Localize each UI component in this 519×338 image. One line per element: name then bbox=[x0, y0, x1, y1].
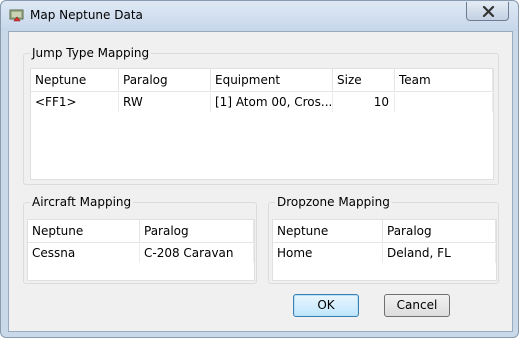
column-header-paralog[interactable]: Paralog bbox=[119, 69, 211, 92]
column-header-size[interactable]: Size bbox=[333, 69, 395, 92]
close-button[interactable] bbox=[466, 2, 509, 21]
ok-button[interactable]: OK bbox=[293, 294, 359, 317]
app-icon bbox=[9, 8, 25, 24]
cell-paralog[interactable]: RW bbox=[119, 93, 211, 112]
table-header: Neptune Paralog bbox=[273, 220, 496, 243]
jump-type-mapping-group: Jump Type Mapping Neptune Paralog Equipm… bbox=[23, 46, 499, 185]
column-header-neptune[interactable]: Neptune bbox=[31, 69, 119, 92]
column-header-team[interactable]: Team bbox=[395, 69, 493, 92]
dropzone-table[interactable]: Neptune Paralog Home Deland, FL bbox=[272, 219, 497, 281]
column-header-equipment[interactable]: Equipment bbox=[211, 69, 333, 92]
table-row[interactable]: <FF1> RW [1] Atom 00, Cros... 10 bbox=[31, 93, 493, 112]
title-bar[interactable]: Map Neptune Data bbox=[1, 1, 518, 31]
column-header-paralog[interactable]: Paralog bbox=[140, 220, 254, 243]
close-icon bbox=[482, 6, 495, 17]
cell-neptune[interactable]: <FF1> bbox=[31, 93, 119, 112]
cell-neptune[interactable]: Cessna bbox=[28, 244, 140, 263]
aircraft-mapping-label: Aircraft Mapping bbox=[30, 195, 134, 209]
aircraft-mapping-group: Aircraft Mapping Neptune Paralog Cessna … bbox=[23, 195, 257, 284]
cell-paralog[interactable]: C-208 Caravan bbox=[140, 244, 254, 263]
cell-team[interactable] bbox=[395, 93, 493, 112]
window-title: Map Neptune Data bbox=[30, 8, 143, 22]
cell-size[interactable]: 10 bbox=[333, 93, 395, 112]
table-row[interactable]: Home Deland, FL bbox=[273, 244, 496, 263]
cell-neptune[interactable]: Home bbox=[273, 244, 383, 263]
cancel-button[interactable]: Cancel bbox=[384, 294, 450, 317]
aircraft-table[interactable]: Neptune Paralog Cessna C-208 Caravan bbox=[27, 219, 255, 281]
cell-equipment[interactable]: [1] Atom 00, Cros... bbox=[211, 93, 333, 112]
table-header: Neptune Paralog Equipment Size Team bbox=[31, 69, 493, 92]
jump-type-mapping-label: Jump Type Mapping bbox=[30, 46, 152, 60]
column-header-neptune[interactable]: Neptune bbox=[28, 220, 140, 243]
column-header-paralog[interactable]: Paralog bbox=[383, 220, 496, 243]
dropzone-mapping-label: Dropzone Mapping bbox=[275, 195, 392, 209]
column-header-neptune[interactable]: Neptune bbox=[273, 220, 383, 243]
cell-paralog[interactable]: Deland, FL bbox=[383, 244, 496, 263]
table-row[interactable]: Cessna C-208 Caravan bbox=[28, 244, 254, 263]
dialog-window: Map Neptune Data Jump Type Mapping Neptu… bbox=[0, 0, 519, 338]
dialog-body: Jump Type Mapping Neptune Paralog Equipm… bbox=[8, 31, 513, 332]
dropzone-mapping-group: Dropzone Mapping Neptune Paralog Home De… bbox=[268, 195, 499, 284]
table-header: Neptune Paralog bbox=[28, 220, 254, 243]
jump-type-table[interactable]: Neptune Paralog Equipment Size Team <FF1… bbox=[30, 68, 494, 180]
